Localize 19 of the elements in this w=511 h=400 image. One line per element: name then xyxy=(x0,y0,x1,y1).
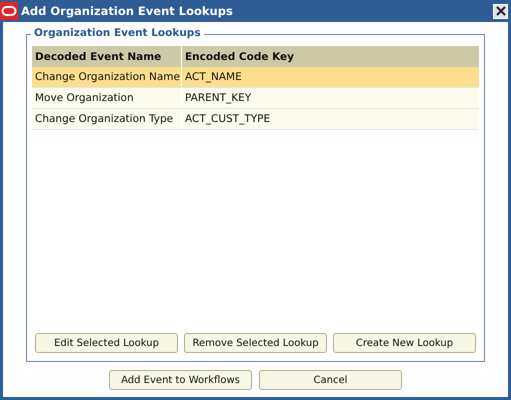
table-cell-text: ACT_CUST_TYPE xyxy=(184,112,272,127)
dialog-button[interactable]: Add Event to Workflows xyxy=(109,370,252,390)
window-title: Add Organization Event Lookups xyxy=(21,4,234,18)
action-button[interactable]: Remove Selected Lookup xyxy=(184,333,327,353)
table-cell: Change Organization Name xyxy=(32,67,182,87)
table-row[interactable]: Move Organization PARENT_KEY xyxy=(32,88,479,109)
action-button[interactable]: Edit Selected Lookup xyxy=(35,333,178,353)
table-cell-text: ACT_NAME xyxy=(184,70,243,85)
column-header[interactable]: Encoded Code Key xyxy=(182,46,479,67)
table-cell: Move Organization xyxy=(32,88,182,108)
close-button[interactable] xyxy=(493,4,508,18)
table-cell: Change Organization Type xyxy=(32,109,182,129)
action-button[interactable]: Create New Lookup xyxy=(333,333,476,353)
table-row[interactable]: Change Organization Type ACT_CUST_TYPE xyxy=(32,109,479,130)
logo-icon xyxy=(0,2,18,20)
dialog-button[interactable]: Cancel xyxy=(259,370,402,390)
table-cell-text: PARENT_KEY xyxy=(184,91,252,106)
group-title: Organization Event Lookups xyxy=(31,27,204,39)
table-row[interactable]: Change Organization Name ACT_NAME xyxy=(32,67,479,88)
